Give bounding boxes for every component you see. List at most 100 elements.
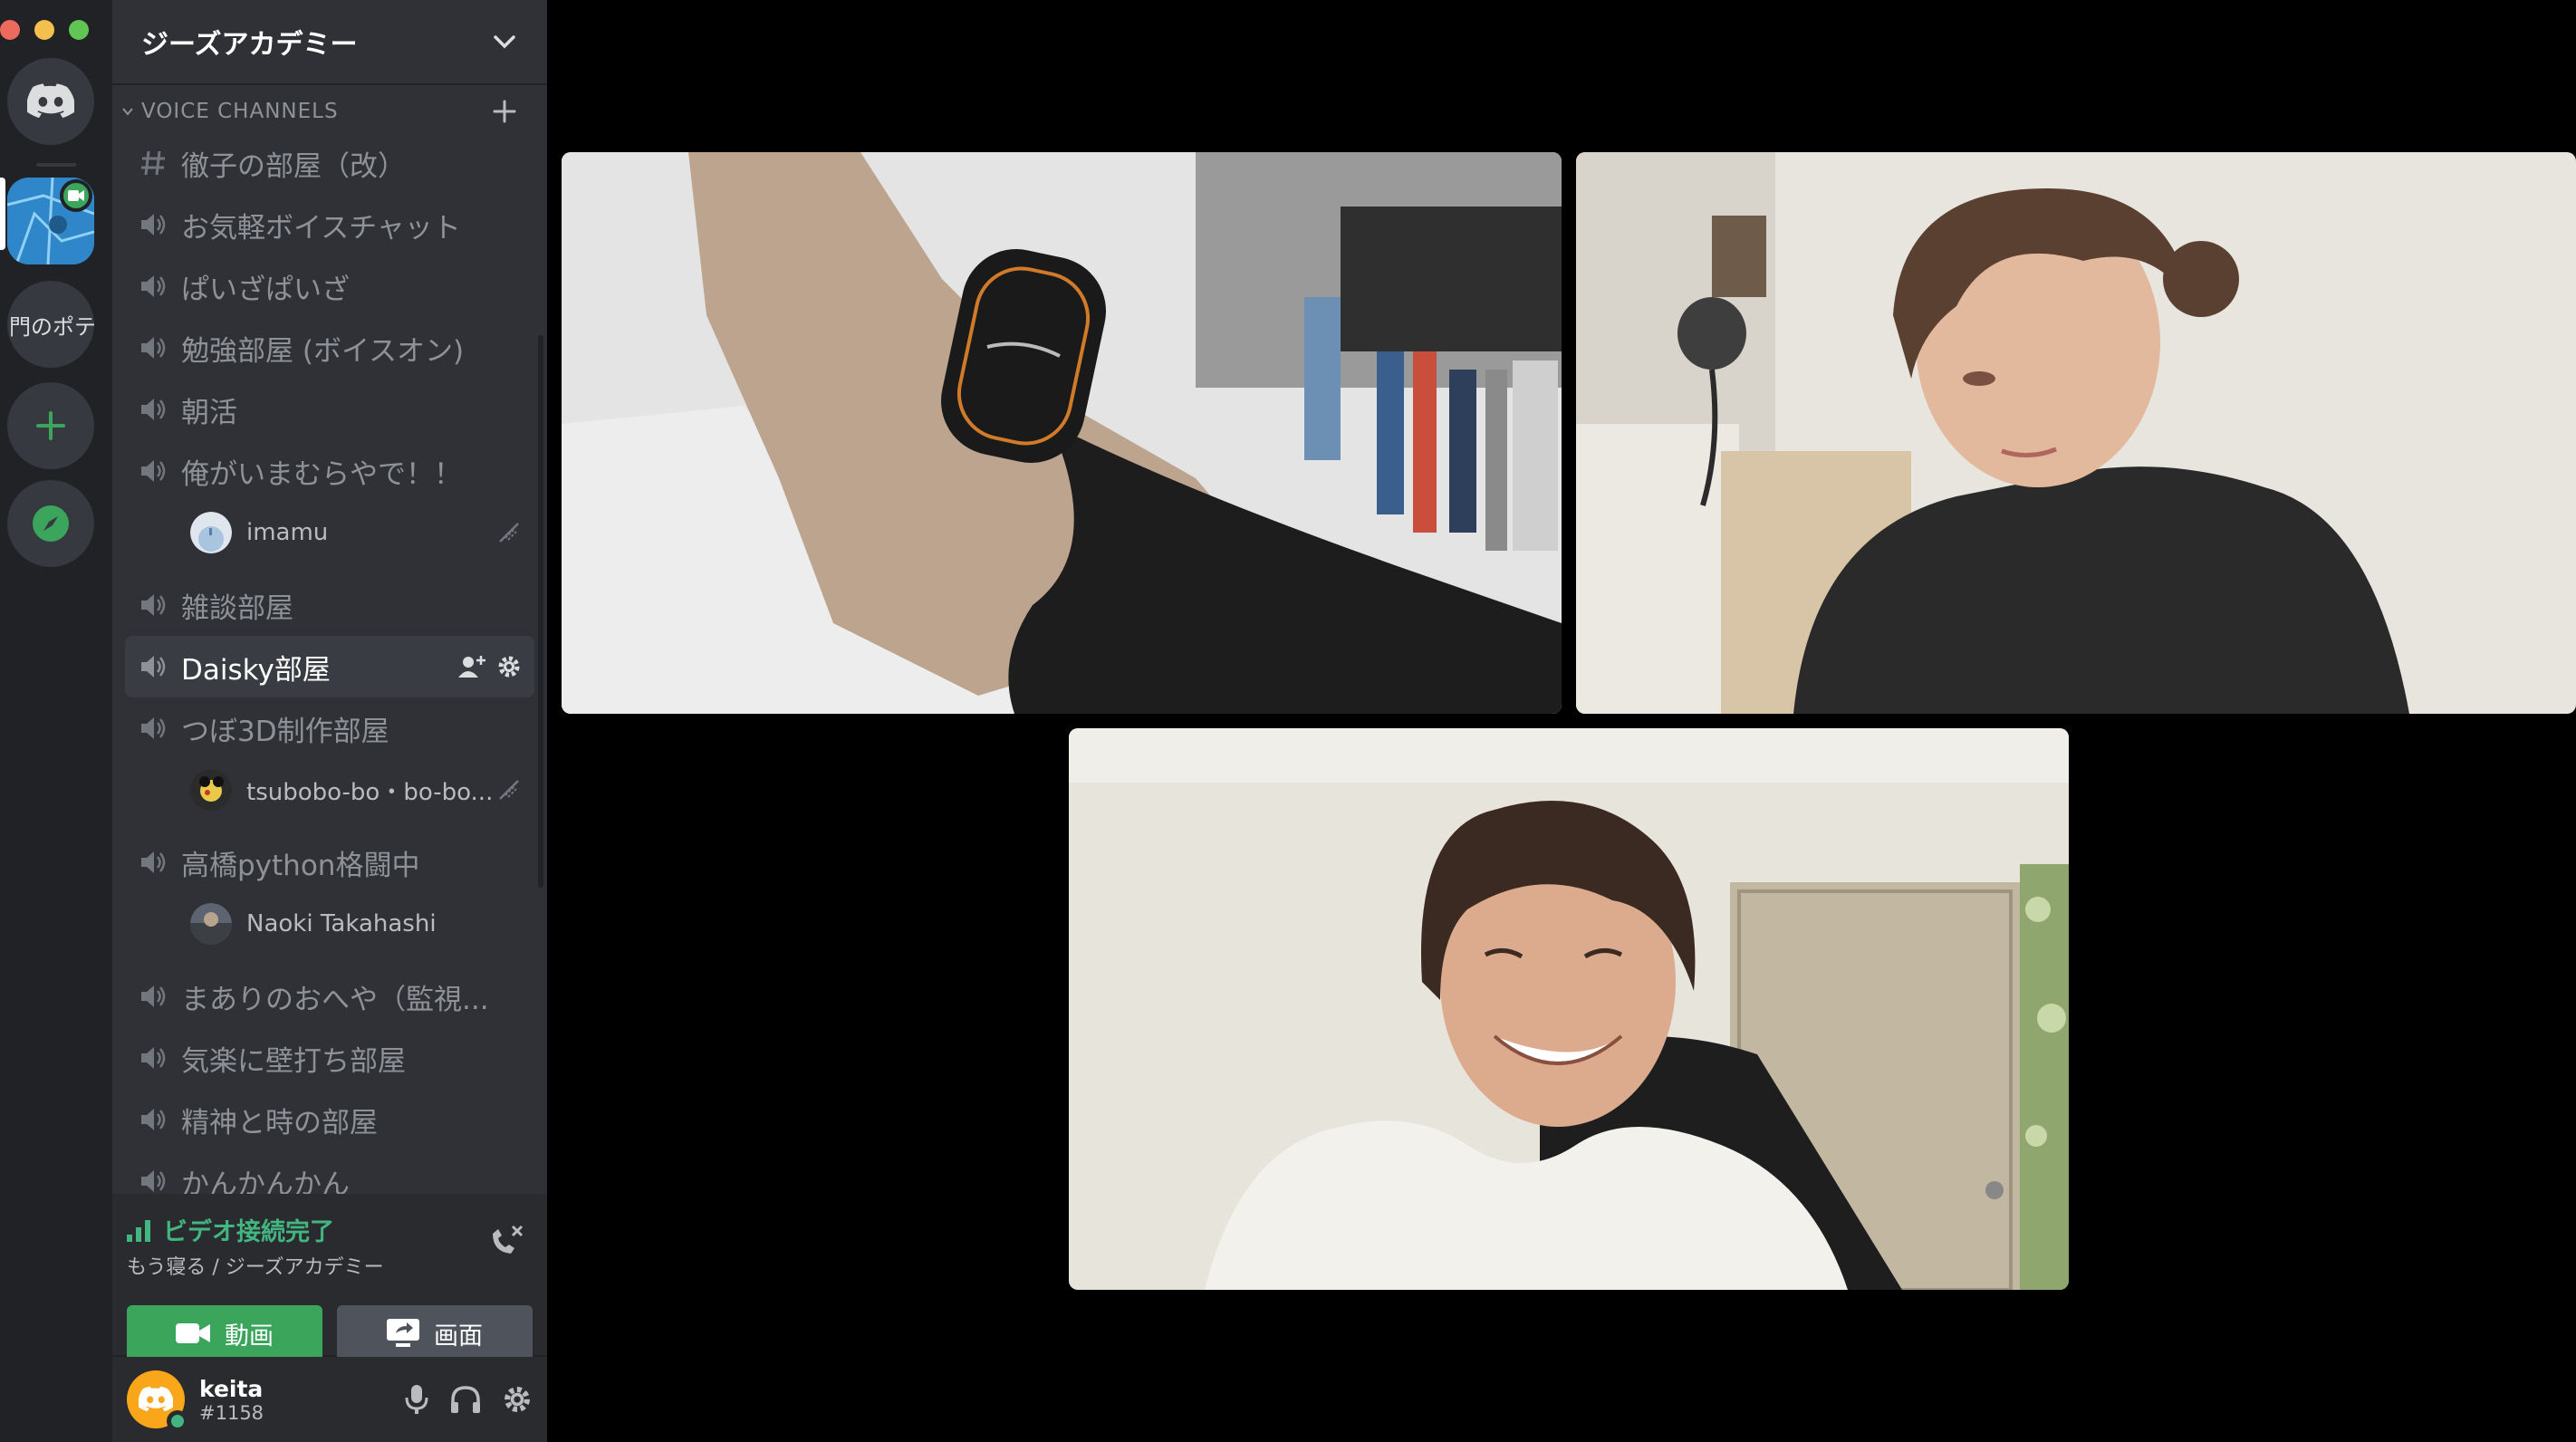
user-panel: keita #1158 [112,1357,547,1442]
muted-mic-icon [499,523,519,543]
video-feed-arm [562,152,1562,714]
screen-share-button[interactable]: 画面 [337,1305,533,1361]
discord-logo-icon [27,83,74,119]
server-icon-active[interactable] [7,178,94,264]
speaker-icon [141,656,166,678]
channel-text-0[interactable]: 徹子の部屋（改） [125,132,534,194]
video-tile-man[interactable] [1069,728,2069,1290]
speaker-icon [141,460,166,482]
channel-label: 俺がいまむらやで！！ [181,457,462,491]
voice-channel-11[interactable]: 気楽に壁打ち部屋 [125,1027,534,1089]
video-live-badge [60,179,92,212]
speaker-icon [141,1109,166,1130]
avatar [190,769,232,811]
voice-status-text: ビデオ接続完了 [163,1218,334,1246]
channel-label: 雑談部屋 [181,591,293,625]
voice-channel-8[interactable]: つぼ3D制作部屋 [125,697,534,759]
voice-channel-7-selected[interactable]: Daisky部屋 [125,636,534,697]
voice-channel-1[interactable]: お気軽ボイスチャット [125,194,534,255]
video-button-label: 動画 [225,1322,274,1351]
voice-channel-3[interactable]: 勉強部屋 (ボイスオン) [125,317,534,379]
avatar [190,903,232,945]
speaker-icon [141,275,166,297]
voice-status[interactable]: ビデオ接続完了 [127,1212,533,1247]
microphone-icon[interactable] [404,1383,429,1416]
chevron-down-small-icon [122,108,133,116]
explore-servers-button[interactable] [7,480,94,567]
voice-member[interactable]: tsubobo-bo・bo-bo... [125,759,534,821]
rail-separator [36,163,76,167]
window-minimize-button[interactable] [34,20,54,40]
gear-icon[interactable] [502,1384,533,1415]
voice-channel-12[interactable]: 精神と時の部屋 [125,1089,534,1150]
headphones-icon[interactable] [449,1384,482,1415]
channel-label: 徹子の部屋（改） [181,149,406,183]
window-zoom-button[interactable] [69,20,89,40]
channel-label: 気楽に壁打ち部屋 [181,1044,406,1078]
channel-label: 勉強部屋 (ボイスオン) [181,334,465,368]
screen-share-label: 画面 [434,1322,483,1351]
server-rail: 門のポテ [0,0,112,1442]
screen-share-icon [387,1319,419,1347]
video-stage [547,0,2576,1442]
partial-server-label: 門のポテ [9,313,94,340]
video-camera-icon [68,190,84,201]
disconnect-call-icon[interactable] [487,1221,525,1259]
channel-sidebar: ジーズアカデミー VOICE CHANNELS 徹子の部屋（改） お気軽ボイスチ… [112,0,547,1442]
avatar [190,512,232,553]
online-status-dot [167,1410,188,1432]
speaker-icon [141,985,166,1007]
chevron-down-icon[interactable] [493,34,516,49]
add-server-button[interactable] [7,382,94,469]
channel-label: 朝活 [181,396,237,429]
category-label: VOICE CHANNELS [141,100,339,123]
channel-label: ぱいざぱいざ [181,273,350,306]
member-name: tsubobo-bo・bo-bo... [246,778,494,806]
speaker-icon [141,1047,166,1069]
channel-label: Daisky部屋 [181,653,331,687]
server-icon-partial[interactable]: 門のポテ [7,281,94,368]
signal-bars-icon [127,1219,150,1242]
speaker-icon [141,399,166,420]
speaker-icon [141,214,166,236]
gear-icon[interactable] [496,654,522,679]
channel-list: 徹子の部屋（改） お気軽ボイスチャット ぱいざぱいざ 勉強部屋 (ボイスオン) … [112,132,547,1212]
channel-label: 精神と時の部屋 [181,1106,378,1139]
speaker-icon [141,851,166,873]
user-tag: #1158 [199,1401,264,1424]
server-name: ジーズアカデミー [141,29,358,61]
voice-member[interactable]: imamu [125,502,534,563]
voice-channel-10[interactable]: まありのおへや（監視... [125,966,534,1027]
video-tile-woman[interactable] [1576,152,2576,714]
video-button[interactable]: 動画 [127,1305,322,1361]
user-avatar[interactable] [127,1370,188,1432]
compass-icon [33,505,69,542]
voice-channel-2[interactable]: ぱいざぱいざ [125,255,534,317]
category-voice-channels[interactable]: VOICE CHANNELS [112,91,547,132]
member-name: Naoki Takahashi [246,910,437,937]
voice-channel-4[interactable]: 朝活 [125,379,534,440]
server-header[interactable]: ジーズアカデミー [112,0,547,85]
voice-channel-5[interactable]: 俺がいまむらやで！！ [125,440,534,502]
speaker-icon [141,717,166,739]
video-tile-arm[interactable] [562,152,1562,714]
video-feed-woman [1576,152,2576,714]
speaker-icon [141,594,166,616]
video-camera-icon [176,1323,210,1343]
user-name: keita [199,1375,264,1402]
speaker-icon [141,337,166,359]
discord-logo-icon [139,1386,173,1412]
voice-member[interactable]: Naoki Takahashi [125,893,534,955]
add-channel-icon[interactable] [493,100,516,123]
voice-channel-6[interactable]: 雑談部屋 [125,574,534,636]
speaker-icon [141,1170,166,1192]
invite-member-icon[interactable] [458,654,485,679]
voice-location: もう寝る / ジーズアカデミー [127,1256,384,1279]
hashtag-icon [141,150,165,176]
voice-channel-9[interactable]: 高橋python格闘中 [125,832,534,893]
home-button[interactable] [7,58,94,145]
window-close-button[interactable] [0,20,20,40]
channel-list-scrollbar[interactable] [538,335,543,888]
member-name: imamu [246,519,329,546]
muted-mic-icon [499,780,519,800]
